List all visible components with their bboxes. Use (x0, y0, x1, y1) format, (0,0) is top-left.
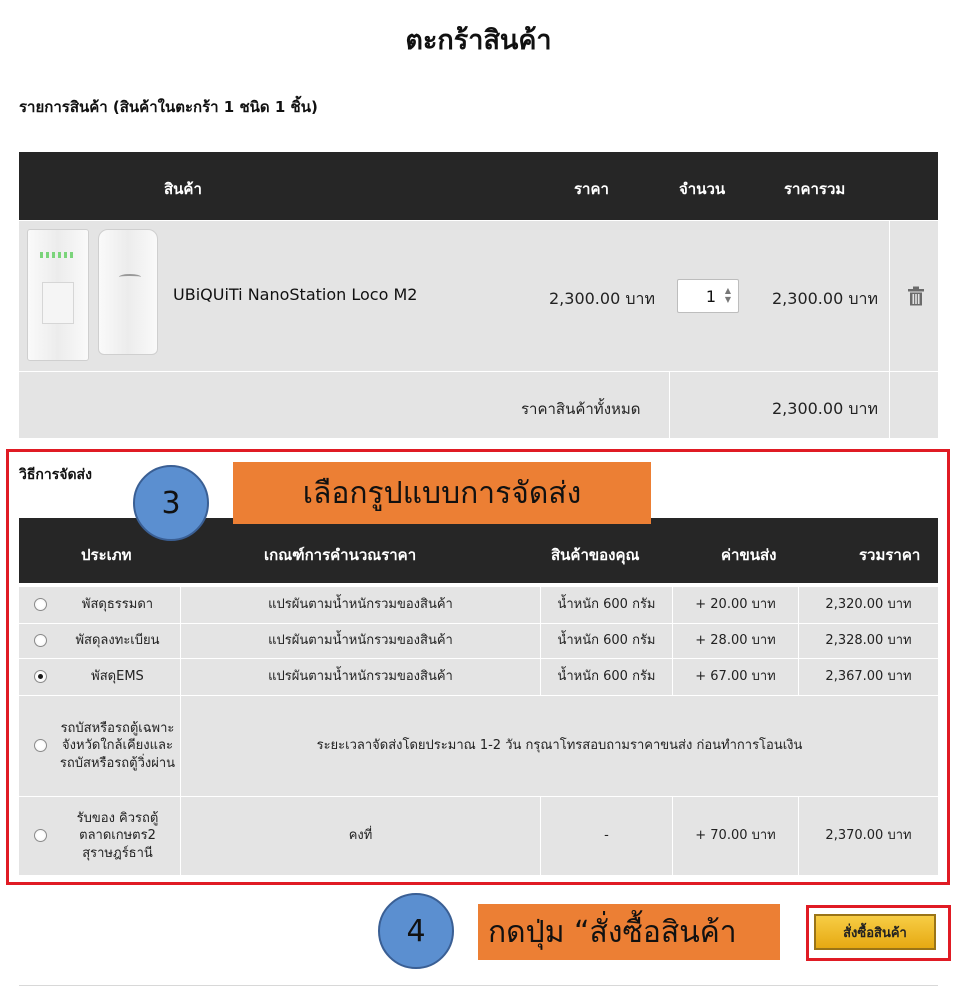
shipping-criteria: แปรผันตามน้ำหนักรวมของสินค้า (268, 633, 453, 649)
cart-item-row: UBiQUiTi NanoStation Loco M2 2,300.00 บา… (19, 221, 938, 371)
shipping-type: รถบัสหรือรถตู้เฉพาะจังหวัดใกล้เคียงและรถ… (59, 720, 176, 771)
shipping-type: พัสดุธรรมดา (81, 597, 154, 613)
quantity-stepper[interactable]: 1 ▲ ▼ (677, 279, 739, 313)
shipping-weight: น้ำหนัก 600 กรัม (557, 633, 656, 649)
shipping-weight: น้ำหนัก 600 กรัม (557, 597, 656, 613)
shipping-row[interactable]: พัสดุEMS แปรผันตามน้ำหนักรวมของสินค้า น้… (19, 659, 938, 695)
spinner-icon[interactable]: ▲ ▼ (723, 286, 733, 304)
shipping-radio[interactable] (34, 634, 47, 647)
shipping-sum: 2,367.00 บาท (825, 669, 912, 685)
step-4-callout: กดปุ่ม “สั่งซื้อสินค้า (478, 904, 780, 960)
product-image[interactable] (27, 229, 89, 361)
shipping-criteria: แปรผันตามน้ำหนักรวมของสินค้า (268, 597, 453, 613)
shipping-note: ระยะเวลาจัดส่งโดยประมาณ 1-2 วัน กรุณาโทร… (316, 738, 803, 754)
quantity-value[interactable]: 1 (706, 287, 716, 306)
cart-table-header: สินค้า ราคา จำนวน ราคารวม (19, 152, 938, 220)
order-button[interactable]: สั่งซื้อสินค้า (814, 914, 936, 950)
shipping-type: พัสดุEMS (91, 669, 144, 685)
header-criteria: เกณฑ์การคำนวณราคา (264, 546, 417, 564)
shipping-type: พัสดุลงทะเบียน (75, 633, 160, 649)
shipping-row[interactable]: พัสดุธรรมดา แปรผันตามน้ำหนักรวมของสินค้า… (19, 587, 938, 623)
shipping-fee: + 67.00 บาท (695, 669, 776, 685)
product-image-alt[interactable] (98, 229, 158, 355)
cart-summary: รายการสินค้า (สินค้าในตะกร้า 1 ชนิด 1 ชิ… (19, 98, 318, 116)
header-sum: รวมราคา (859, 546, 921, 564)
header-total: ราคารวม (784, 180, 846, 198)
shipping-title: วิธีการจัดส่ง (19, 467, 92, 483)
shipping-radio[interactable] (34, 829, 47, 842)
shipping-criteria: แปรผันตามน้ำหนักรวมของสินค้า (268, 669, 453, 685)
step-3-badge: 3 (133, 465, 209, 541)
header-your-item: สินค้าของคุณ (551, 546, 640, 564)
header-fee: ค่าขนส่ง (721, 546, 777, 564)
header-type: ประเภท (81, 546, 132, 564)
shipping-row[interactable]: รับของ คิวรถตู้ ตลาดเกษตร2 สุราษฎร์ธานี … (19, 797, 938, 875)
header-quantity: จำนวน (679, 180, 726, 198)
shipping-row[interactable]: พัสดุลงทะเบียน แปรผันตามน้ำหนักรวมของสิน… (19, 624, 938, 658)
line-total: 2,300.00 บาท (772, 289, 879, 308)
page-title: ตะกร้าสินค้า (405, 25, 552, 56)
trash-icon[interactable] (905, 285, 927, 307)
shipping-type: รับของ คิวรถตู้ ตลาดเกษตร2 สุราษฎร์ธานี (76, 810, 159, 861)
shipping-radio-selected[interactable] (34, 670, 47, 683)
cart-total-row: ราคาสินค้าทั้งหมด 2,300.00 บาท (19, 372, 938, 438)
shipping-weight: - (604, 828, 609, 844)
shipping-row[interactable]: รถบัสหรือรถตู้เฉพาะจังหวัดใกล้เคียงและรถ… (19, 696, 938, 796)
shipping-fee: + 70.00 บาท (695, 828, 776, 844)
shipping-sum: 2,320.00 บาท (825, 597, 912, 613)
header-product: สินค้า (164, 180, 202, 198)
unit-price: 2,300.00 บาท (549, 289, 656, 308)
shipping-fee: + 20.00 บาท (695, 597, 776, 613)
step-3-callout: เลือกรูปแบบการจัดส่ง (233, 462, 651, 524)
shipping-radio[interactable] (34, 739, 47, 752)
shipping-weight: น้ำหนัก 600 กรัม (557, 669, 656, 685)
shipping-criteria: คงที่ (348, 828, 373, 844)
shipping-radio[interactable] (34, 598, 47, 611)
shipping-sum: 2,370.00 บาท (825, 828, 912, 844)
grand-total-value: 2,300.00 บาท (772, 399, 879, 418)
shipping-fee: + 28.00 บาท (695, 633, 776, 649)
shipping-sum: 2,328.00 บาท (825, 633, 912, 649)
grand-total-label: ราคาสินค้าทั้งหมด (521, 400, 641, 418)
header-price: ราคา (574, 180, 609, 198)
bottom-divider (19, 985, 938, 986)
step-4-badge: 4 (378, 893, 454, 969)
product-name[interactable]: UBiQUiTi NanoStation Loco M2 (173, 285, 417, 304)
